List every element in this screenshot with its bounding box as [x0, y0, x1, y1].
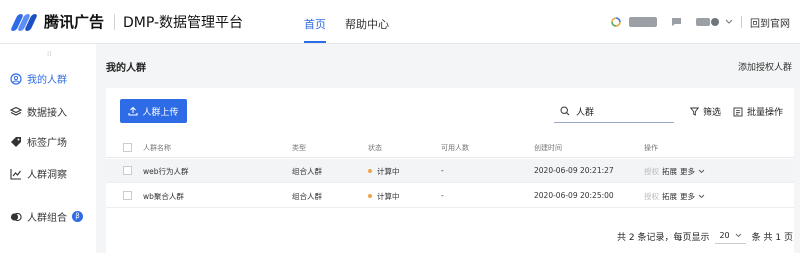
batch-icon [733, 107, 743, 116]
sidebar-item-audience-insight[interactable]: 人群洞察 [10, 166, 67, 181]
avatar[interactable] [696, 18, 710, 26]
brand-name: 腾讯广告 [44, 13, 105, 31]
select-all-checkbox[interactable] [123, 143, 132, 152]
page-size-select[interactable]: 20 [715, 228, 746, 244]
chevron-down-icon [735, 233, 741, 238]
status-text: 计算中 [377, 167, 400, 176]
tencent-ads-logo-icon [10, 13, 38, 31]
more-dropdown[interactable]: 更多 [680, 167, 695, 176]
audience-available: - [441, 191, 444, 200]
top-header: 腾讯广告 DMP-数据管理平台 首页 帮助中心 回到官网 [0, 0, 800, 44]
sidebar-item-label: 标签广场 [27, 138, 67, 149]
header-divider [741, 16, 742, 28]
audience-name[interactable]: wb聚合人群 [143, 191, 184, 202]
sidebar: ⁞⁞ 我的人群 数据接入 标签广场 人群洞察 人群组合 β [0, 44, 96, 253]
upload-icon [128, 106, 139, 116]
filter-button[interactable]: 筛选 [690, 105, 721, 118]
nav-help-center[interactable]: 帮助中心 [345, 16, 389, 32]
sidebar-item-my-audience[interactable]: 我的人群 [10, 71, 67, 86]
app-name: DMP-数据管理平台 [123, 14, 244, 31]
sidebar-item-audience-combine[interactable]: 人群组合 β [10, 209, 83, 224]
column-header-available: 可用人数 [441, 144, 469, 152]
nav-home[interactable]: 首页 [304, 16, 326, 32]
expand-link[interactable]: 拓展 [662, 167, 677, 176]
pagination: 共 2 条记录，每页显示 20 条 共 1 页 [617, 228, 793, 244]
authorize-link-disabled: 授权 [644, 167, 659, 176]
audience-list-card: 人群上传 筛选 批量操作 人群名称 类型 状态 可用人数 创建时间 操作 web… [106, 88, 794, 253]
page-size-value: 20 [719, 231, 730, 240]
audience-available: - [441, 166, 444, 175]
chevron-down-icon[interactable] [725, 19, 733, 25]
layers-icon [10, 106, 22, 116]
chevron-down-icon[interactable] [698, 194, 705, 199]
column-header-status: 状态 [368, 144, 382, 152]
message-icon[interactable] [671, 17, 682, 27]
column-header-created-time: 创建时间 [534, 144, 562, 152]
sidebar-item-tag-square[interactable]: 标签广场 [10, 134, 67, 149]
nav-active-indicator [304, 41, 326, 43]
row-checkbox[interactable] [123, 191, 132, 200]
app-grid-icon[interactable] [611, 17, 621, 27]
sidebar-item-label: 数据接入 [27, 108, 67, 119]
upload-button-label: 人群上传 [142, 107, 179, 118]
status-dot [368, 169, 372, 173]
account-name-redacted [629, 17, 657, 27]
user-circle-icon [10, 72, 22, 85]
row-operations: 授权 拓展 更多 [644, 166, 705, 177]
filter-icon [690, 107, 699, 116]
search-icon [560, 106, 570, 116]
brand-logo[interactable]: 腾讯广告 DMP-数据管理平台 [10, 11, 244, 32]
upload-audience-button[interactable]: 人群上传 [120, 99, 187, 123]
search-input[interactable] [576, 106, 666, 116]
header-right: 回到官网 [611, 14, 800, 30]
sidebar-item-label: 人群洞察 [27, 170, 67, 181]
pagination-pages: 条 共 1 页 [751, 232, 793, 243]
table-row[interactable]: web行为人群 组合人群 计算中 - 2020-06-09 20:21:27 授… [106, 159, 794, 183]
tag-icon [11, 136, 21, 147]
column-header-name: 人群名称 [143, 144, 171, 152]
sidebar-item-data-import[interactable]: 数据接入 [10, 104, 67, 119]
status-text: 计算中 [377, 192, 400, 201]
beta-badge: β [72, 211, 83, 222]
audience-created-time: 2020-06-09 20:25:00 [534, 191, 614, 200]
column-header-type: 类型 [292, 144, 306, 152]
status-dot [368, 194, 372, 198]
column-header-operations: 操作 [644, 144, 658, 152]
audience-name[interactable]: web行为人群 [143, 166, 189, 177]
filter-label: 筛选 [703, 108, 722, 118]
table-header: 人群名称 类型 状态 可用人数 创建时间 操作 [106, 138, 794, 158]
pagination-total: 共 2 条记录，每页显示 [617, 232, 710, 243]
sidebar-item-label: 人群组合 [27, 213, 67, 224]
line-chart-icon [10, 168, 21, 180]
audience-type: 组合人群 [292, 192, 322, 201]
back-to-website-link[interactable]: 回到官网 [750, 15, 790, 30]
audience-status: 计算中 [368, 191, 400, 202]
batch-operation-label: 批量操作 [747, 108, 784, 118]
table-row[interactable]: wb聚合人群 组合人群 计算中 - 2020-06-09 20:25:00 授权… [106, 184, 794, 208]
audience-type: 组合人群 [292, 167, 322, 176]
row-checkbox[interactable] [123, 166, 132, 175]
page-title: 我的人群 [106, 63, 146, 74]
search-box[interactable] [554, 100, 674, 123]
avatar-dot [711, 18, 719, 26]
combine-icon [10, 212, 22, 221]
sidebar-item-label: 我的人群 [27, 75, 67, 86]
row-operations: 授权 拓展 更多 [644, 191, 705, 202]
add-authorized-audience-link[interactable]: 添加授权人群 [738, 60, 792, 73]
authorize-link-disabled: 授权 [644, 192, 659, 201]
batch-operation-button[interactable]: 批量操作 [733, 105, 783, 118]
brand-divider [114, 13, 116, 30]
expand-link[interactable]: 拓展 [662, 192, 677, 201]
audience-status: 计算中 [368, 166, 400, 177]
chevron-down-icon[interactable] [698, 169, 705, 174]
audience-created-time: 2020-06-09 20:21:27 [534, 166, 614, 175]
sidebar-collapse-handle[interactable]: ⁞⁞ [47, 50, 51, 58]
more-dropdown[interactable]: 更多 [680, 192, 695, 201]
